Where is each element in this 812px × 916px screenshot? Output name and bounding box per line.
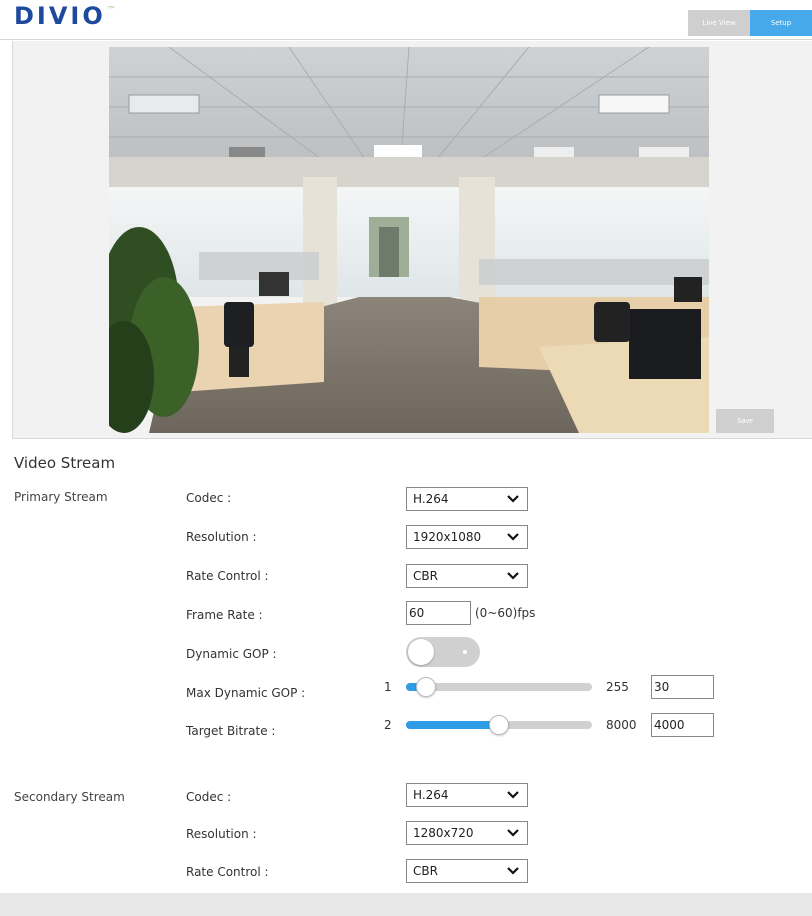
dynamic-gop-label: Dynamic GOP :: [186, 647, 277, 661]
primary-codec-select[interactable]: H.264: [406, 487, 528, 511]
primary-stream-label: Primary Stream: [14, 490, 108, 504]
primary-resolution-value: 1920x1080: [413, 530, 482, 544]
bitrate-input[interactable]: 4000: [651, 713, 714, 737]
top-tabs: Live View Setup: [688, 10, 812, 36]
tab-live-view[interactable]: Live View: [688, 10, 750, 36]
toggle-knob: [408, 639, 434, 665]
max-gop-max: 255: [606, 680, 629, 694]
dynamic-gop-toggle[interactable]: [406, 637, 480, 667]
secondary-codec-select[interactable]: H.264: [406, 783, 528, 807]
secondary-resolution-select[interactable]: 1280x720: [406, 821, 528, 845]
secondary-resolution-label: Resolution :: [186, 827, 257, 841]
chevron-down-icon: [507, 572, 519, 580]
section-title: Video Stream: [14, 454, 116, 472]
secondary-codec-value: H.264: [413, 788, 449, 802]
primary-frame-rate-input[interactable]: 60: [406, 601, 471, 625]
frame-rate-unit: (0~60)fps: [475, 606, 536, 620]
primary-resolution-label: Resolution :: [186, 530, 257, 544]
bitrate-min: 2: [384, 718, 392, 732]
secondary-rate-control-label: Rate Control :: [186, 865, 269, 879]
primary-rate-control-value: CBR: [413, 569, 438, 583]
divio-logo: DIVIO ᵀᴹ: [14, 4, 114, 32]
max-gop-input[interactable]: 30: [651, 675, 714, 699]
primary-rate-control-label: Rate Control :: [186, 569, 269, 583]
secondary-rate-control-value: CBR: [413, 864, 438, 878]
bitrate-max: 8000: [606, 718, 637, 732]
primary-frame-rate-label: Frame Rate :: [186, 608, 263, 622]
bitrate-slider[interactable]: [406, 715, 592, 735]
primary-resolution-select[interactable]: 1920x1080: [406, 525, 528, 549]
secondary-codec-label: Codec :: [186, 790, 232, 804]
chevron-down-icon: [507, 495, 519, 503]
primary-codec-label: Codec :: [186, 491, 232, 505]
chevron-down-icon: [507, 829, 519, 837]
video-preview-panel: Save: [12, 41, 812, 439]
tab-setup[interactable]: Setup: [750, 10, 812, 36]
logo-trademark: ᵀᴹ: [107, 5, 115, 13]
save-button[interactable]: Save: [716, 409, 774, 433]
bitrate-slider-thumb[interactable]: [489, 715, 509, 735]
chevron-down-icon: [507, 791, 519, 799]
primary-rate-control-select[interactable]: CBR: [406, 564, 528, 588]
app-header: DIVIO ᵀᴹ Live View Setup: [0, 0, 812, 40]
bitrate-slider-fill: [406, 721, 499, 729]
max-dynamic-gop-label: Max Dynamic GOP :: [186, 686, 306, 700]
footer-bar: [0, 893, 812, 916]
secondary-rate-control-select[interactable]: CBR: [406, 859, 528, 883]
target-bitrate-label: Target Bitrate :: [186, 724, 276, 738]
chevron-down-icon: [507, 533, 519, 541]
secondary-stream-label: Secondary Stream: [14, 790, 125, 804]
logo-text: DIVIO: [14, 2, 106, 30]
camera-preview-image: [109, 47, 709, 433]
secondary-resolution-value: 1280x720: [413, 826, 474, 840]
max-gop-slider[interactable]: [406, 677, 592, 697]
toggle-dot: [463, 650, 467, 654]
chevron-down-icon: [507, 867, 519, 875]
max-gop-min: 1: [384, 680, 392, 694]
primary-codec-value: H.264: [413, 492, 449, 506]
max-gop-slider-thumb[interactable]: [416, 677, 436, 697]
